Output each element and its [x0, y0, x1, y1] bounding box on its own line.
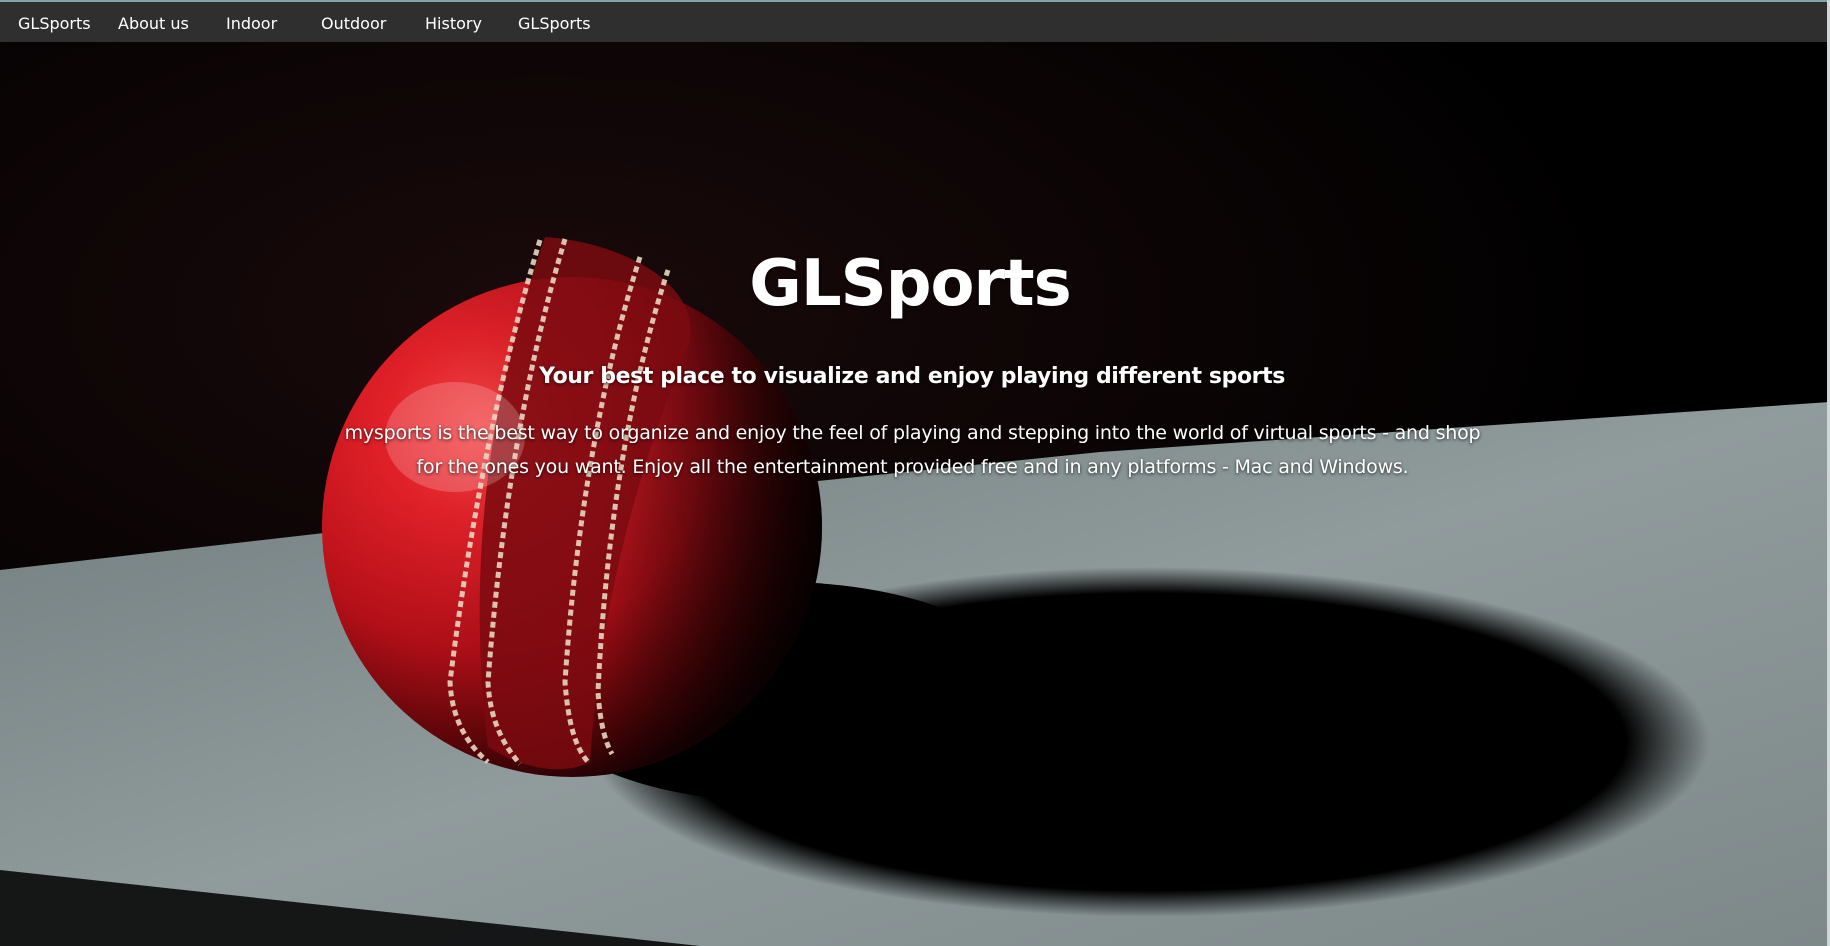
nav-item-about-us[interactable]: About us [118, 2, 189, 42]
hero-section: GLSports Your best place to visualize an… [0, 42, 1830, 946]
hero-subtitle: Your best place to visualize and enjoy p… [539, 364, 1285, 389]
top-navbar: GLSports About us Indoor Outdoor History… [0, 2, 1830, 42]
nav-item-glsports-home[interactable]: GLSports [18, 2, 91, 42]
top-accent-line [0, 0, 1830, 2]
nav-item-outdoor[interactable]: Outdoor [321, 2, 386, 42]
nav-item-glsports[interactable]: GLSports [518, 2, 591, 42]
page: GLSports About us Indoor Outdoor History… [0, 0, 1830, 946]
hero-description: mysports is the best way to organize and… [344, 422, 1481, 478]
nav-item-indoor[interactable]: Indoor [226, 2, 277, 42]
hero-title: GLSports [749, 247, 1071, 321]
nav-item-history[interactable]: History [425, 2, 482, 42]
hero-text-overlay: GLSports Your best place to visualize an… [0, 42, 1830, 946]
